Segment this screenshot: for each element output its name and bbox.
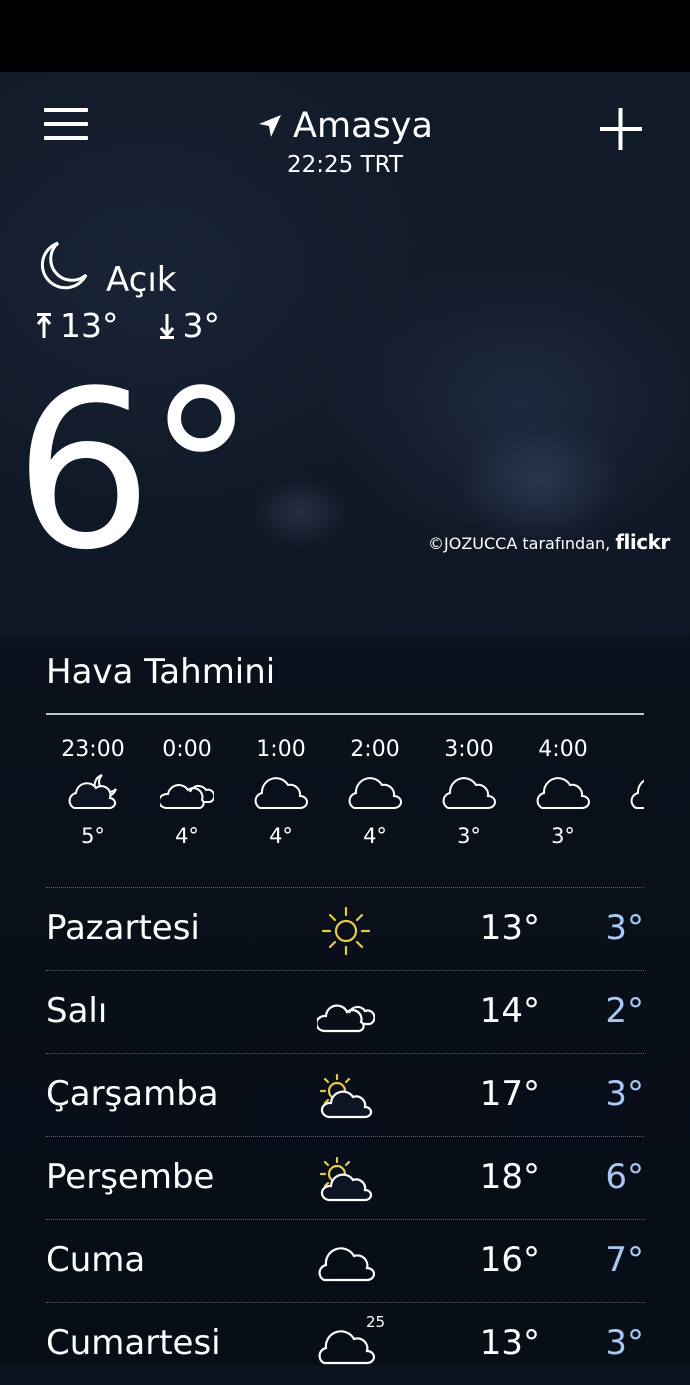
divider xyxy=(46,713,644,715)
clouds-icon xyxy=(317,1004,375,1033)
hour-temp: 5° xyxy=(81,824,105,848)
day-high: 18° xyxy=(479,1157,540,1197)
credit-text: ©JOZUCCA tarafından, xyxy=(428,534,611,553)
sun-cloud-icon xyxy=(319,1073,373,1119)
day-name: Cuma xyxy=(46,1240,146,1280)
day-row[interactable]: Perşembe 18° 6° xyxy=(46,1136,644,1219)
day-low: 3° xyxy=(605,1323,644,1363)
add-location-button[interactable] xyxy=(596,104,646,154)
hour-time: 23:00 xyxy=(61,737,125,762)
hour-item: 0:00 4° xyxy=(140,734,234,874)
day-low: 2° xyxy=(605,991,644,1031)
day-high: 14° xyxy=(479,991,540,1031)
day-name: Pazartesi xyxy=(46,908,200,948)
cloud-icon xyxy=(318,1330,375,1365)
hour-temp: 3° xyxy=(551,824,575,848)
hour-temp: 3° xyxy=(457,824,481,848)
sun-cloud-icon xyxy=(319,1156,373,1202)
location-header[interactable]: Amasya 22:25 TRT xyxy=(200,104,490,178)
hour-time: 4:00 xyxy=(538,737,588,762)
cloud-icon xyxy=(348,777,402,809)
status-bar xyxy=(0,0,690,72)
condition-text: Açık xyxy=(106,260,177,300)
cloud-icon xyxy=(536,777,590,809)
hour-item: 3:00 3° xyxy=(422,734,516,874)
hour-item: 4:00 3° xyxy=(516,734,610,874)
cloud-icon xyxy=(630,779,644,809)
current-temperature: 6° xyxy=(14,345,256,598)
flickr-logo: flickr xyxy=(615,530,670,554)
menu-bar xyxy=(44,136,88,140)
day-high: 13° xyxy=(479,1323,540,1363)
day-name: Salı xyxy=(46,991,108,1031)
plus-icon xyxy=(600,108,642,150)
photo-credit[interactable]: ©JOZUCCA tarafından, flickr xyxy=(428,530,670,554)
hour-time: 5 xyxy=(610,734,644,768)
day-name: Perşembe xyxy=(46,1157,215,1197)
day-name: Çarşamba xyxy=(46,1074,219,1114)
forecast-title: Hava Tahmini xyxy=(46,652,276,692)
arrow-up-icon xyxy=(36,312,52,338)
high-low: 13° 3° xyxy=(36,306,260,345)
day-row[interactable]: Çarşamba 17° 3° xyxy=(46,1053,644,1136)
moon-icon xyxy=(40,241,88,290)
hamburger-menu-icon xyxy=(44,108,88,112)
moon-cloud-icon xyxy=(68,774,117,810)
current-condition: Açık xyxy=(36,232,177,300)
day-row[interactable]: Pazartesi 13° 3° xyxy=(46,887,644,970)
hour-item: 23:00 5° xyxy=(46,734,140,874)
location-arrow-icon xyxy=(259,115,282,137)
notification-badge: 25 xyxy=(366,1313,386,1331)
day-name: Cumartesi xyxy=(46,1323,221,1363)
day-low: 3° xyxy=(605,1074,644,1114)
arrow-down-icon xyxy=(159,313,174,339)
city-name: Amasya xyxy=(293,106,433,146)
day-high: 17° xyxy=(479,1074,540,1114)
menu-button[interactable] xyxy=(44,108,90,148)
day-low: 6° xyxy=(605,1157,644,1197)
day-row[interactable]: Cuma 16° 7° xyxy=(46,1219,644,1302)
day-high: 13° xyxy=(479,908,540,948)
hour-time: 0:00 xyxy=(162,737,212,762)
day-row[interactable]: Cumartesi 25 13° 3° xyxy=(46,1302,644,1385)
daily-forecast: Pazartesi 13° 3° Salı 14° 2° Çarşamba 17… xyxy=(46,887,644,1385)
hour-temp: 4° xyxy=(175,824,199,848)
day-high: 16° xyxy=(479,1240,540,1280)
sun-icon xyxy=(321,906,371,956)
day-low: 3° xyxy=(605,908,644,948)
hour-item: 2:00 4° xyxy=(328,734,422,874)
menu-bar xyxy=(44,122,88,126)
cloud-icon xyxy=(442,777,496,809)
day-row[interactable]: Salı 14° 2° xyxy=(46,970,644,1053)
low-temp: 3° xyxy=(182,306,221,345)
clouds-icon xyxy=(160,784,214,809)
hour-time: 2:00 xyxy=(350,737,400,762)
cloud-icon xyxy=(318,1247,375,1282)
city-row: Amasya xyxy=(200,104,490,148)
hour-time: 1:00 xyxy=(256,737,306,762)
hour-temp: 4° xyxy=(269,824,293,848)
hour-item: 5 xyxy=(610,734,644,874)
hour-time: 3:00 xyxy=(444,737,494,762)
local-time: 22:25 TRT xyxy=(287,152,403,178)
hour-temp: 4° xyxy=(363,824,387,848)
cloud-icon xyxy=(254,777,308,809)
hour-item: 1:00 4° xyxy=(234,734,328,874)
high-temp: 13° xyxy=(60,306,119,345)
day-low: 7° xyxy=(605,1240,644,1280)
hourly-forecast[interactable]: 23:00 5° 0:00 4° 1:00 4° 2:00 4° 3:00 3°… xyxy=(46,734,644,874)
